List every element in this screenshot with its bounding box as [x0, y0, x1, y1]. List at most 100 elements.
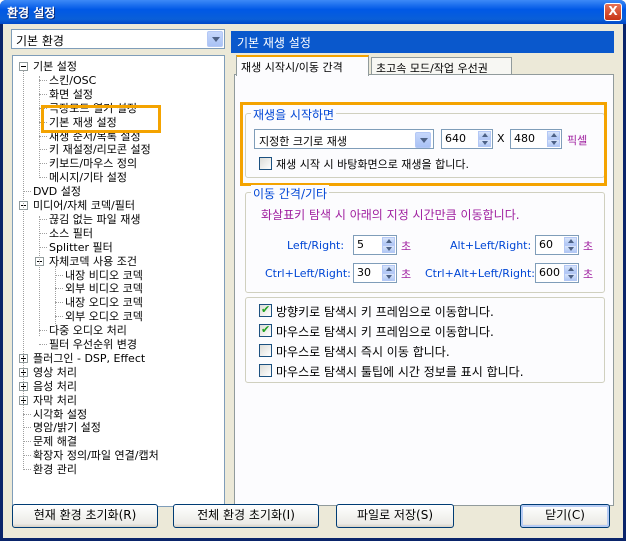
tree-connector — [23, 191, 31, 193]
tree-item[interactable]: 소스 필터 — [49, 227, 93, 240]
alt-left-right-label: Alt+Left/Right: — [450, 239, 532, 252]
tree-item[interactable]: 내장 오디오 코덱 — [65, 296, 143, 309]
tree-item[interactable]: 외부 오디오 코덱 — [65, 310, 143, 323]
tree-item[interactable]: 내장 비디오 코덱 — [65, 269, 143, 282]
tab-start-move[interactable]: 재생 시작시/이동 간격 — [236, 55, 369, 76]
tree-item[interactable]: 확장자 정의/파일 연결/캡처 — [33, 449, 159, 462]
tree-item[interactable]: 다중 오디오 처리 — [49, 324, 127, 337]
tree-connector — [23, 455, 31, 457]
ctrl-left-right-spinner[interactable]: 30 — [353, 263, 397, 283]
title-bar[interactable]: 환경 설정 X — [0, 0, 626, 24]
option-label: 방향키로 탐색시 키 프레임으로 이동합니다. — [276, 305, 494, 319]
panel-header: 기본 재생 설정 — [231, 31, 614, 53]
ctrl-alt-left-right-label: Ctrl+Alt+Left/Right: — [425, 267, 535, 280]
tree-item[interactable]: 플러그인 - DSP, Effect — [33, 352, 145, 365]
ctrl-left-right-label: Ctrl+Left/Right: — [265, 267, 351, 280]
tree-item[interactable]: 명암/밝기 설정 — [33, 421, 101, 434]
left-right-value: 5 — [357, 238, 364, 251]
tree-item[interactable]: DVD 설정 — [33, 185, 81, 198]
tree-connector — [39, 344, 47, 345]
tree-item[interactable]: Splitter 필터 — [49, 241, 113, 254]
tree-connector — [23, 413, 31, 415]
alt-left-right-spinner[interactable]: 60 — [535, 235, 579, 255]
tree-item[interactable]: 문제 해결 — [33, 435, 77, 448]
option-label: 마우스로 탐색시 키 프레임으로 이동합니다. — [276, 325, 494, 339]
tree-item[interactable]: 외부 비디오 코덱 — [65, 282, 143, 295]
preset-combo[interactable]: 기본 환경 — [11, 29, 225, 49]
tree-connector — [39, 218, 47, 220]
tree-item[interactable]: 음성 처리 — [33, 380, 77, 393]
tree-connector — [39, 93, 47, 95]
tree-connector — [55, 266, 56, 326]
move-group-title: 이동 간격/기타 — [251, 185, 330, 202]
option-checkbox[interactable] — [259, 344, 272, 357]
sec-unit: 초 — [583, 240, 594, 253]
sec-unit: 초 — [401, 240, 412, 253]
tree-item[interactable]: 스킨/OSC — [49, 74, 96, 87]
tree-item[interactable]: 메시지/기타 설정 — [49, 171, 127, 184]
tree-connector — [39, 216, 40, 336]
settings-window: 환경 설정 X 기본 환경 기본 설정 스킨/OSC 화면 설정 극장모드 열기 설정… — [0, 0, 626, 541]
tree-item[interactable]: 미디어/자체 코덱/필터 — [33, 199, 135, 212]
window-title: 환경 설정 — [7, 6, 56, 20]
close-button[interactable]: 닫기(C) — [520, 504, 610, 528]
tree-connector — [55, 316, 63, 318]
spin-down-icon[interactable] — [382, 273, 395, 281]
start-group-highlight — [240, 102, 607, 186]
tree-item[interactable]: 키보드/마우스 정의 — [49, 157, 137, 170]
tree-connector — [55, 288, 63, 290]
tree-connector — [23, 469, 31, 471]
ctrl-left-right-value: 30 — [357, 266, 371, 279]
tree-item[interactable]: 영상 처리 — [33, 366, 77, 379]
tree-connector — [39, 149, 47, 151]
dialog-client: 기본 환경 기본 설정 스킨/OSC 화면 설정 극장모드 열기 설정 기본 재생 설정… — [3, 24, 623, 538]
option-checkbox[interactable] — [259, 303, 272, 317]
tree-item[interactable]: 필터 우선순위 변경 — [49, 338, 137, 351]
tree-item[interactable]: 환경 관리 — [33, 463, 77, 476]
spin-up-icon[interactable] — [382, 237, 395, 245]
ctrl-alt-left-right-value: 600 — [539, 266, 560, 279]
close-icon[interactable]: X — [604, 3, 622, 21]
option-checkbox[interactable] — [259, 364, 272, 377]
spin-up-icon[interactable] — [382, 265, 395, 273]
alt-left-right-value: 60 — [539, 238, 553, 251]
option-checkbox[interactable] — [259, 323, 272, 337]
tree-item[interactable]: 기본 설정 — [33, 60, 77, 73]
reset-current-button[interactable]: 현재 환경 초기화(R) — [12, 504, 158, 528]
option-label: 마우스로 탐색시 툴팁에 시간 정보를 표시 합니다. — [276, 365, 524, 379]
tree-item[interactable]: 끊김 없는 파일 재생 — [49, 213, 140, 226]
chevron-down-icon[interactable] — [207, 31, 223, 47]
tree-connector — [39, 76, 40, 176]
spin-down-icon[interactable] — [564, 245, 577, 253]
spin-down-icon[interactable] — [564, 273, 577, 281]
tree-item[interactable]: 키 재설정/리모콘 설정 — [49, 143, 151, 156]
tree-connector — [55, 274, 63, 276]
tree-connector — [23, 70, 24, 470]
tree-connector — [39, 330, 47, 332]
spin-up-icon[interactable] — [564, 237, 577, 245]
tree-highlight-box — [41, 105, 161, 133]
spin-up-icon[interactable] — [564, 265, 577, 273]
left-right-spinner[interactable]: 5 — [353, 235, 397, 255]
tree-connector — [55, 302, 63, 304]
tree-connector — [39, 177, 47, 179]
tree-connector — [39, 135, 47, 137]
save-file-button[interactable]: 파일로 저장(S) — [336, 504, 454, 528]
ctrl-alt-left-right-spinner[interactable]: 600 — [535, 263, 579, 283]
tree-item[interactable]: 시각화 설정 — [33, 408, 87, 421]
reset-all-button[interactable]: 전체 환경 초기화(I) — [173, 504, 319, 528]
preset-combo-value: 기본 환경 — [16, 34, 64, 48]
tree-connector — [23, 441, 31, 443]
sec-unit: 초 — [401, 268, 412, 281]
tree-connector — [23, 427, 31, 429]
spin-down-icon[interactable] — [382, 245, 395, 253]
tree-connector — [39, 163, 47, 165]
tree-item[interactable]: 화면 설정 — [49, 88, 93, 101]
tree-item[interactable]: 자체코덱 사용 조건 — [49, 255, 137, 268]
tree-connector — [39, 246, 47, 248]
tree-connector — [39, 79, 47, 81]
option-label: 마우스로 탐색시 즉시 이동 합니다. — [276, 345, 450, 359]
tab-body: 재생을 시작하면 지정한 크기로 재생 640 X 480 픽셀 재생 시작 시… — [234, 74, 614, 506]
sec-unit: 초 — [583, 268, 594, 281]
tree-item[interactable]: 자막 처리 — [33, 394, 77, 407]
